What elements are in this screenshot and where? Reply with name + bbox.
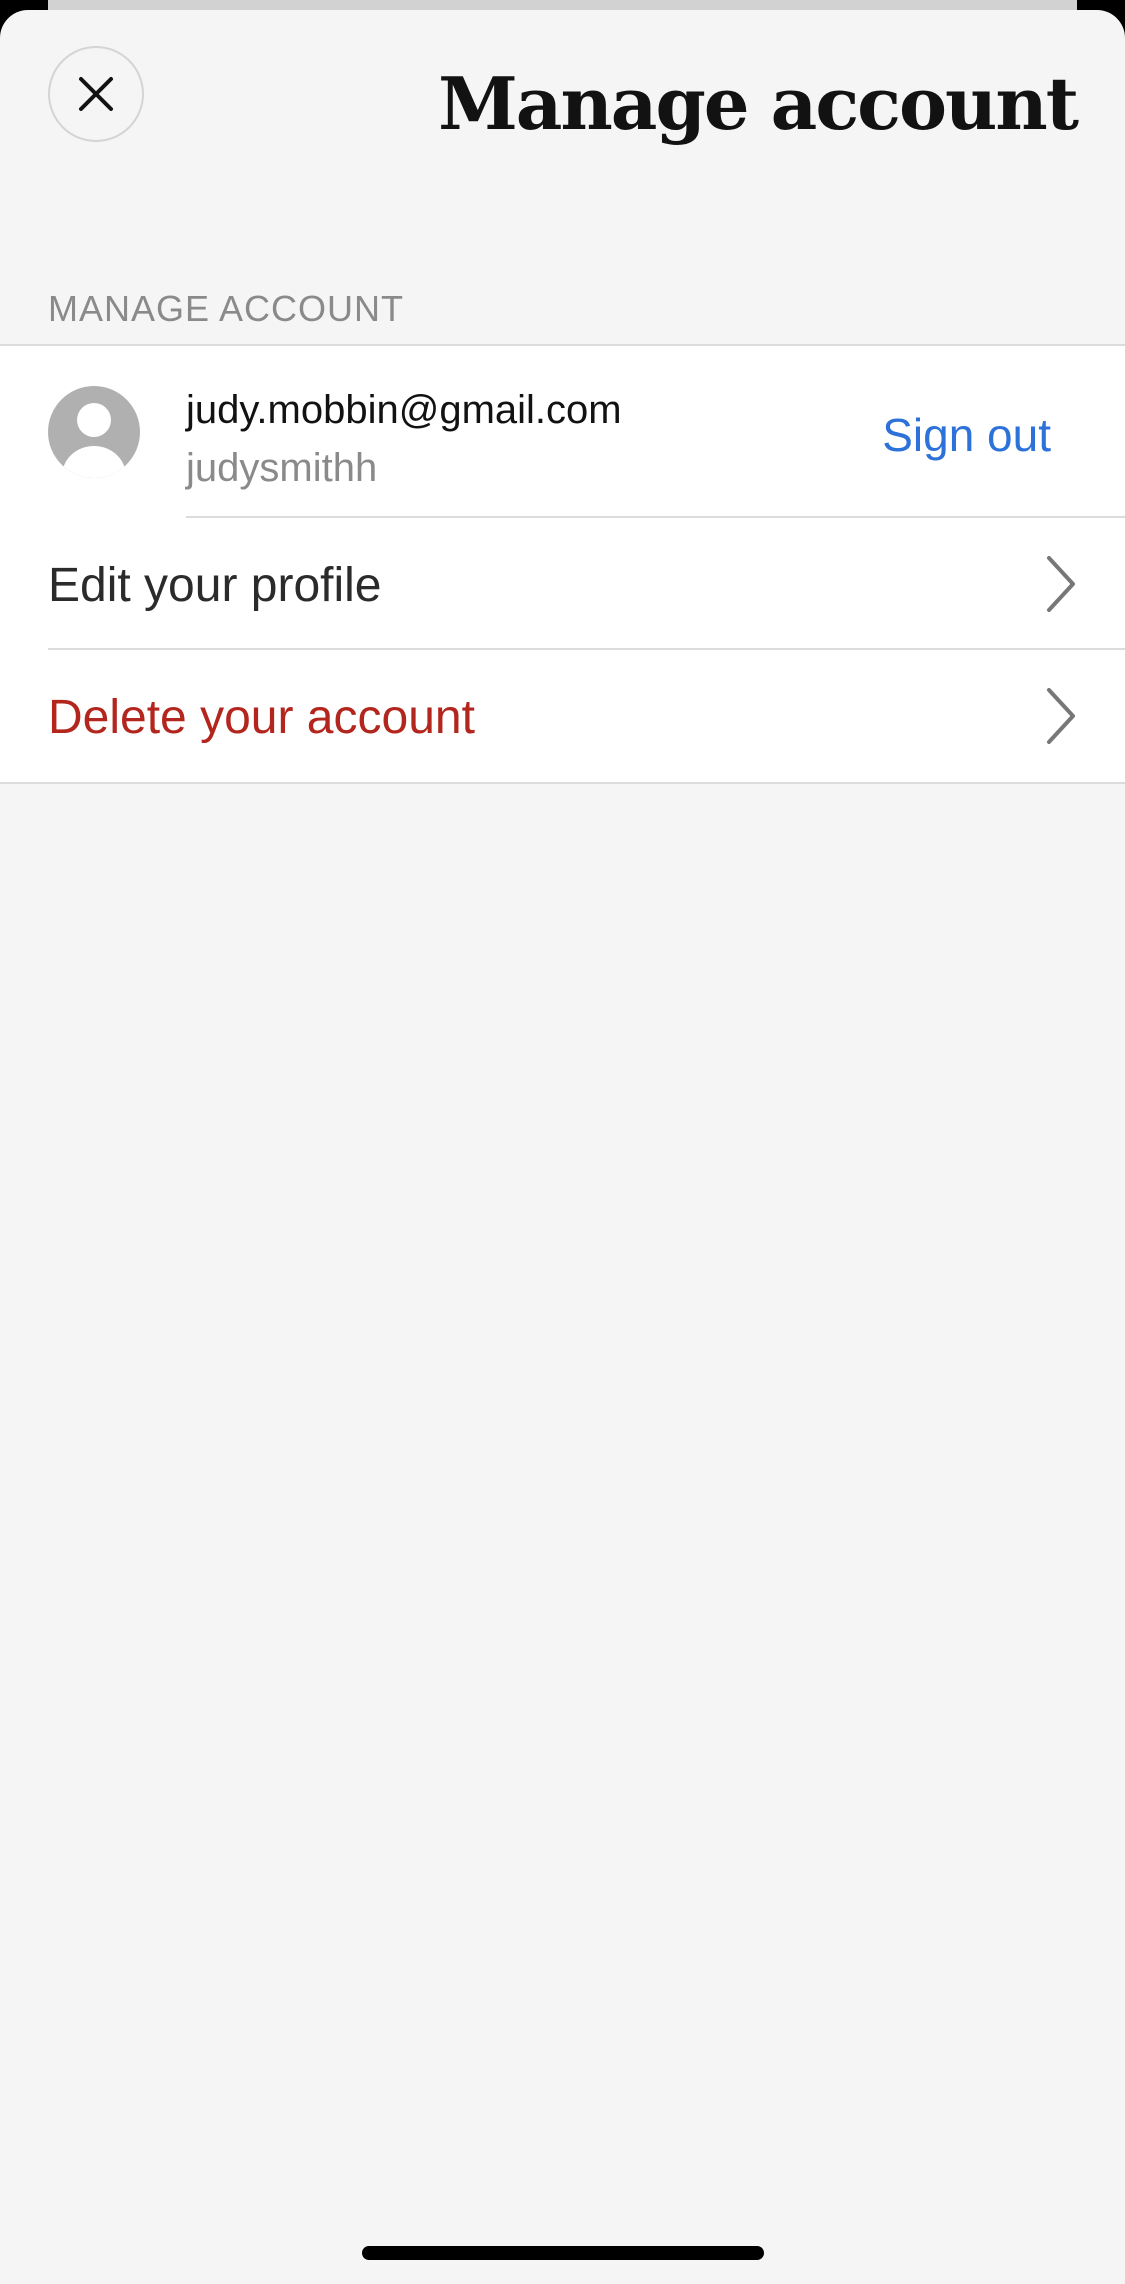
person-avatar-icon xyxy=(62,403,126,478)
account-list: judy.mobbin@gmail.com judysmithh Sign ou… xyxy=(0,344,1125,784)
home-indicator xyxy=(362,2246,764,2260)
account-row: judy.mobbin@gmail.com judysmithh Sign ou… xyxy=(0,346,1125,518)
section-header: MANAGE ACCOUNT xyxy=(48,288,405,329)
avatar xyxy=(48,386,140,478)
sign-out-button[interactable]: Sign out xyxy=(882,408,1051,462)
delete-account-row[interactable]: Delete your account xyxy=(0,650,1125,782)
close-icon xyxy=(79,77,113,111)
delete-account-label: Delete your account xyxy=(48,691,475,744)
page-title: Manage account xyxy=(438,61,1079,146)
account-username: judysmithh xyxy=(186,446,378,490)
chevron-right-icon xyxy=(1043,554,1079,614)
account-email: judy.mobbin@gmail.com xyxy=(186,388,622,432)
chevron-right-icon xyxy=(1043,686,1079,746)
edit-profile-row[interactable]: Edit your profile xyxy=(0,518,1125,650)
manage-account-sheet: Manage account MANAGE ACCOUNT judy.mobbi… xyxy=(0,10,1125,2284)
edit-profile-label: Edit your profile xyxy=(48,559,382,612)
close-button[interactable] xyxy=(48,46,144,142)
